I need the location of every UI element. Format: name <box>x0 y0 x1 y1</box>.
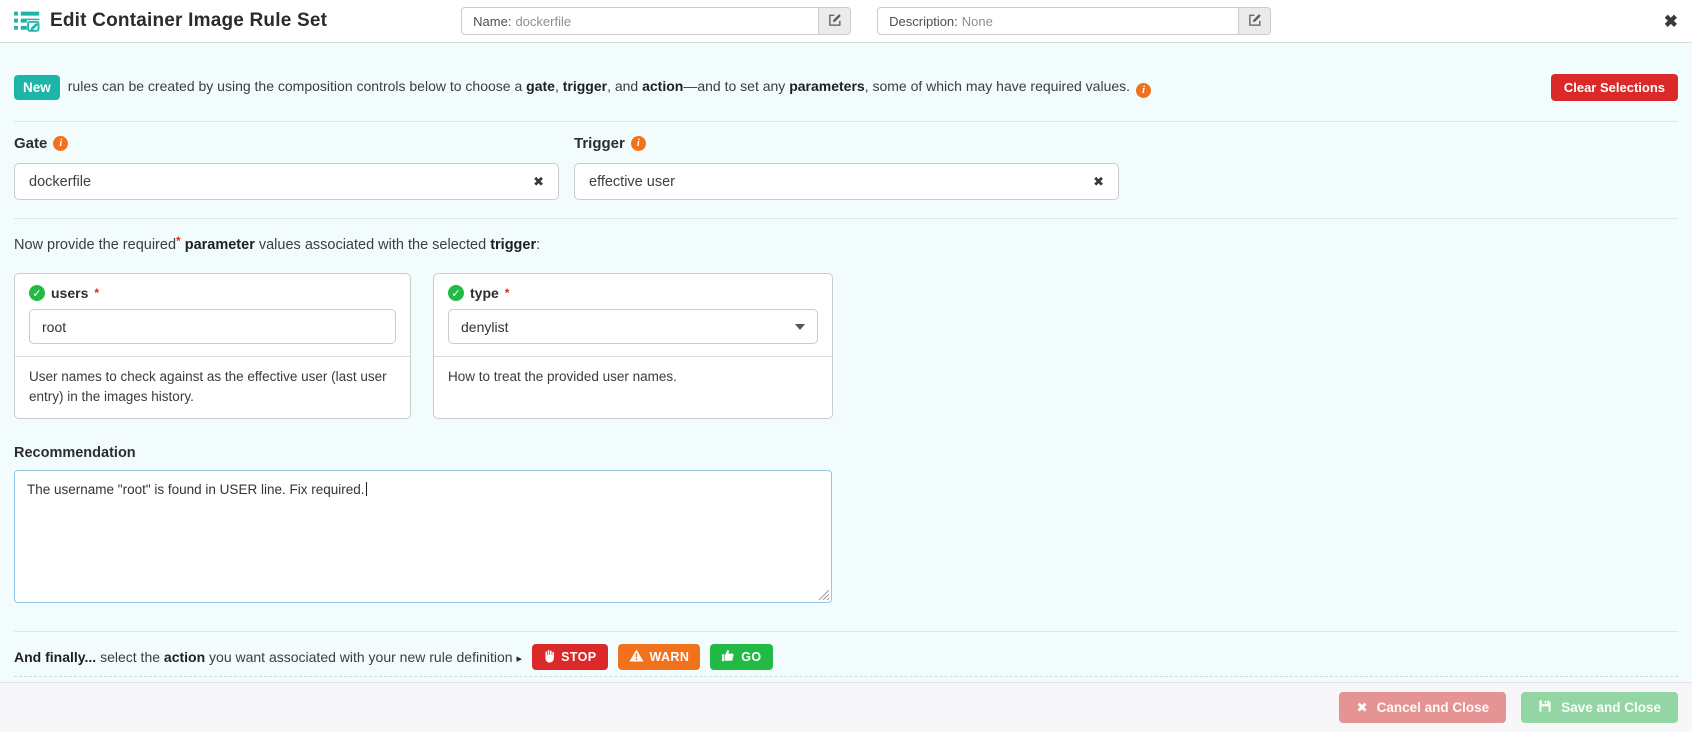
banner-text: rules can be created by using the compos… <box>68 78 1152 98</box>
recommendation-textarea[interactable]: The username "root" is found in USER lin… <box>14 470 832 604</box>
parameter-cards: ✓ users * User names to check against as … <box>14 273 1678 420</box>
parameter-card-header: ✓ type * <box>434 274 832 301</box>
parameter-description: User names to check against as the effec… <box>15 356 410 418</box>
description-label: Description: <box>889 13 958 29</box>
clear-selections-button[interactable]: Clear Selections <box>1550 74 1678 101</box>
parameter-control <box>29 309 396 344</box>
required-asterisk: * <box>176 234 181 248</box>
parameter-control: denylist <box>448 309 818 344</box>
parameters-intro: Now provide the required* parameter valu… <box>14 234 541 253</box>
save-floppy-icon <box>1538 699 1552 716</box>
instructions-banner: New rules can be created by using the co… <box>14 43 1678 101</box>
thumbs-up-icon <box>721 649 735 665</box>
required-asterisk: * <box>504 286 510 300</box>
parameter-card-users: ✓ users * User names to check against as … <box>14 273 411 420</box>
rule-set-name-group: Name: dockerfile <box>461 7 852 35</box>
new-badge: New <box>14 75 60 100</box>
rule-set-list-edit-icon <box>14 11 40 32</box>
button-label: GO <box>741 650 762 665</box>
clear-trigger-icon[interactable]: ✖ <box>1093 174 1104 190</box>
caret-right-icon: ▸ <box>516 653 523 666</box>
cancel-and-close-button[interactable]: ✖ Cancel and Close <box>1339 692 1507 723</box>
name-label: Name: <box>473 13 512 29</box>
name-value: dockerfile <box>515 13 572 29</box>
modal-footer: ✖ Cancel and Close Save and Close <box>0 682 1692 732</box>
type-select[interactable]: denylist <box>448 309 818 344</box>
resize-handle-icon[interactable] <box>818 589 830 601</box>
gate-value: dockerfile <box>29 173 92 190</box>
gate-field-group: Gate i dockerfile ✖ <box>14 135 559 200</box>
gate-select[interactable]: dockerfile ✖ <box>14 163 559 200</box>
description-value: None <box>961 13 993 29</box>
recommendation-label: Recommendation <box>14 445 136 462</box>
parameter-name: users <box>51 285 89 301</box>
modal-header: Edit Container Image Rule Set Name: dock… <box>0 0 1692 43</box>
info-icon[interactable]: i <box>53 136 69 151</box>
edit-icon <box>1248 13 1262 30</box>
hand-stop-icon <box>543 649 555 666</box>
trigger-field-group: Trigger i effective user ✖ <box>574 135 1119 200</box>
edit-icon <box>828 13 842 30</box>
rule-set-description-display[interactable]: Description: None <box>877 7 1240 35</box>
rule-set-description-group: Description: None <box>877 7 1272 35</box>
parameter-card-header: ✓ users * <box>15 274 410 301</box>
button-label: STOP <box>561 650 597 665</box>
caret-down-icon <box>795 323 805 330</box>
trigger-select[interactable]: effective user ✖ <box>574 163 1119 200</box>
info-icon[interactable]: i <box>630 136 646 151</box>
type-value: denylist <box>461 318 509 335</box>
check-circle-icon: ✓ <box>448 285 464 301</box>
trigger-label: Trigger i <box>574 135 1119 152</box>
go-action-button[interactable]: GO <box>710 644 773 671</box>
parameter-name: type <box>470 285 499 301</box>
button-label: WARN <box>649 650 690 665</box>
divider <box>14 218 1678 219</box>
check-circle-icon: ✓ <box>29 285 45 301</box>
warn-action-button[interactable]: WARN <box>617 644 701 671</box>
required-asterisk: * <box>94 286 100 300</box>
recommendation-text: The username "root" is found in USER lin… <box>27 482 365 498</box>
composition-controls: Gate i dockerfile ✖ Trigger i effective … <box>14 122 1678 200</box>
close-x-icon: ✖ <box>1356 699 1368 715</box>
trigger-value: effective user <box>589 173 675 190</box>
close-icon[interactable]: ✖ <box>1664 13 1678 30</box>
button-label: Save and Close <box>1561 700 1661 715</box>
parameter-description: How to treat the provided user names. <box>434 356 832 417</box>
users-input[interactable] <box>29 309 396 344</box>
warning-triangle-icon <box>629 649 644 665</box>
text-cursor <box>365 482 367 497</box>
page-title: Edit Container Image Rule Set <box>50 10 328 31</box>
rule-set-name-display[interactable]: Name: dockerfile <box>461 7 820 35</box>
stop-action-button[interactable]: STOP <box>532 644 608 671</box>
info-icon[interactable]: i <box>1136 82 1152 98</box>
parameter-card-type: ✓ type * denylist How to treat the provid… <box>433 273 833 420</box>
edit-description-button[interactable] <box>1239 7 1272 35</box>
edit-name-button[interactable] <box>819 7 852 35</box>
clear-gate-icon[interactable]: ✖ <box>533 174 544 190</box>
gate-label: Gate i <box>14 135 559 152</box>
button-label: Cancel and Close <box>1376 700 1490 715</box>
action-intro: And finally... select the action you wan… <box>14 649 523 666</box>
action-selection-row: And finally... select the action you wan… <box>14 632 1678 678</box>
save-and-close-button[interactable]: Save and Close <box>1521 692 1678 723</box>
modal-body: New rules can be created by using the co… <box>0 43 1692 682</box>
